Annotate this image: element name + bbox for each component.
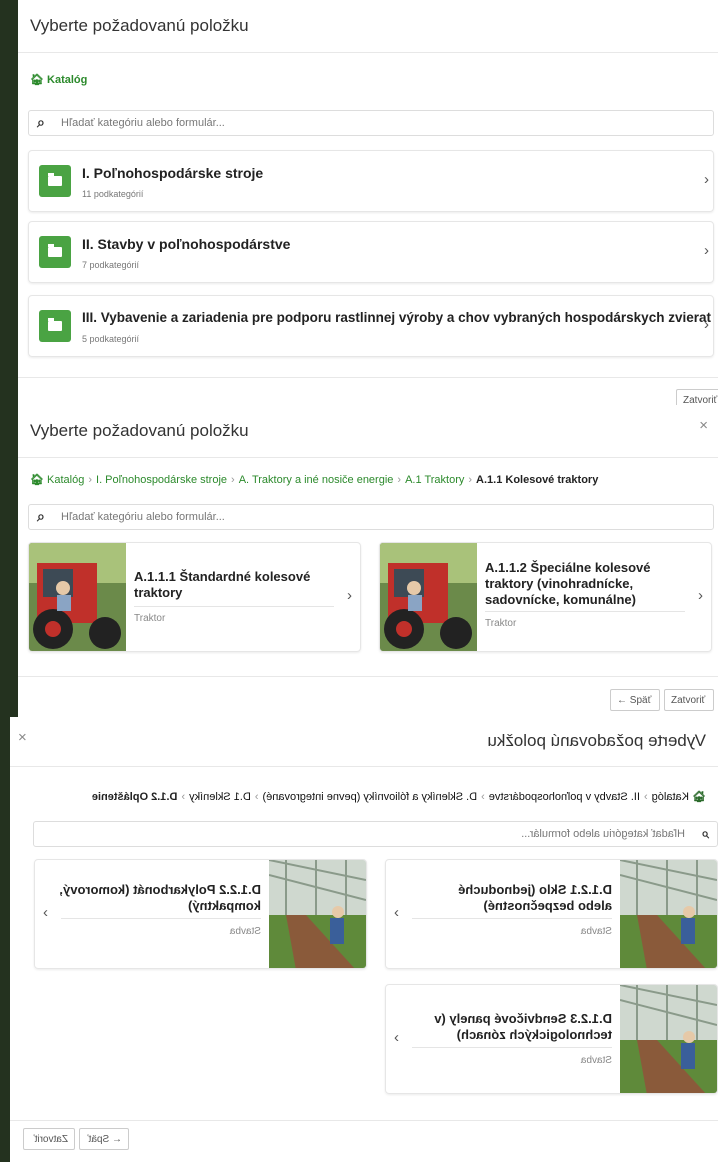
breadcrumb-current: A.1.1 Kolesové traktory: [476, 474, 599, 486]
item-title: D.1.2.3 Sendvičové panely (v technologic…: [434, 1011, 612, 1042]
search-input[interactable]: ⌕ Hľadať kategóriu alebo formulár...: [28, 110, 714, 136]
item-title: D.1.2.2 Polykarbonát (komorový, kompaktn…: [59, 882, 261, 913]
breadcrumb-skleniky-foliovniky[interactable]: D. Skleníky a fóliovníky (pevne integrov…: [263, 791, 478, 803]
greenhouse-image: [620, 985, 717, 1094]
chevron-right-icon: ›: [43, 904, 48, 921]
search-icon: ⌕: [37, 508, 45, 524]
dialog-title: Vyberte požadovanú položku: [30, 421, 249, 440]
subcategory-dialog: Vyberte požadovanú položku × 🏠︎ Katalóg ›…: [18, 405, 718, 717]
search-placeholder: Hľadať kategóriu alebo formulár...: [521, 828, 685, 840]
mirrored-dialog: Vyberte požadovanú položku × 🏠︎ Katalóg›…: [10, 717, 718, 1162]
breadcrumb-stavby[interactable]: II. Stavby v poľnohospodárstve: [489, 791, 640, 803]
category-subcount: 11 podkategórií: [82, 189, 144, 199]
home-icon[interactable]: 🏠︎: [30, 474, 44, 486]
search-input[interactable]: ⌕ Hľadať kategóriu alebo formulár...: [28, 504, 714, 530]
chevron-right-icon: ›: [704, 316, 709, 333]
close-button[interactable]: Zatvoriť: [23, 1128, 75, 1150]
category-subcount: 5 podkategórií: [82, 334, 140, 344]
chevron-right-icon: ›: [704, 171, 709, 188]
footer-divider: [18, 676, 718, 677]
category-name: I. Poľnohospodárske stroje: [82, 165, 264, 181]
breadcrumb-traktory[interactable]: A.1 Traktory: [405, 474, 464, 486]
breadcrumb-katalog[interactable]: Katalóg: [652, 791, 689, 803]
item-card-sklo[interactable]: D.1.2.1 Sklo (jednoduché alebo bezpečnos…: [385, 859, 718, 969]
item-title: D.1.2.1 Sklo (jednoduché alebo bezpečnos…: [458, 882, 612, 913]
tractor-image: [29, 543, 126, 651]
footer-divider: [18, 377, 718, 378]
search-icon: ⌕: [701, 825, 709, 841]
item-type: Stavba: [580, 926, 612, 937]
chevron-right-icon: ›: [394, 904, 399, 921]
item-title: A.1.1.1 Štandardné kolesové traktory: [134, 569, 311, 600]
chevron-right-icon: ›: [347, 587, 352, 604]
header-divider: [10, 766, 718, 767]
category-subcount: 7 podkategórií: [82, 260, 140, 270]
close-button[interactable]: Zatvoriť: [676, 389, 718, 405]
chevron-right-icon: ›: [704, 242, 709, 259]
close-icon[interactable]: ×: [699, 417, 708, 434]
item-type: Stavba: [229, 926, 261, 937]
item-card-specialne-traktory[interactable]: A.1.1.2 Špeciálne kolesové traktory (vin…: [379, 542, 712, 652]
greenhouse-image: [620, 860, 717, 969]
category-name: II. Stavby v poľnohospodárstve: [82, 236, 291, 252]
search-icon: ⌕: [37, 114, 45, 130]
folder-icon: [39, 165, 71, 197]
category-item-polnohospodarske-stroje[interactable]: I. Poľnohospodárske stroje 11 podkategór…: [28, 150, 714, 212]
search-placeholder: Hľadať kategóriu alebo formulár...: [61, 117, 225, 129]
search-placeholder: Hľadať kategóriu alebo formulár...: [61, 511, 225, 523]
breadcrumb-katalog[interactable]: Katalóg: [47, 74, 87, 86]
close-icon[interactable]: ×: [18, 729, 27, 746]
item-divider: [485, 611, 685, 612]
dialog-title: Vyberte požadovanú položku: [487, 731, 706, 750]
breadcrumb: 🏠︎ Katalóg›II. Stavby v poľnohospodárstv…: [91, 791, 706, 803]
tractor-image: [380, 543, 477, 651]
search-input[interactable]: ⌕ Hľadať kategóriu alebo formulár...: [33, 821, 718, 847]
item-type: Stavba: [580, 1055, 612, 1066]
breadcrumb-katalog[interactable]: Katalóg: [47, 474, 84, 486]
item-card-sendvicove-panely[interactable]: D.1.2.3 Sendvičové panely (v technologic…: [385, 984, 718, 1094]
footer-divider: [10, 1120, 718, 1121]
mirrored-content: Vyberte požadovanú položku × 🏠︎ Katalóg›…: [10, 717, 718, 1162]
category-dialog-root: Vyberte požadovanú položku 🏠︎ Katalóg ⌕ …: [18, 0, 718, 405]
item-divider: [412, 918, 612, 919]
item-divider: [412, 1047, 612, 1048]
category-name: III. Vybavenie a zariadenia pre podporu …: [82, 310, 711, 325]
back-button[interactable]: ← Späť: [79, 1128, 129, 1150]
dialog-title: Vyberte požadovanú položku: [30, 16, 249, 35]
home-icon[interactable]: 🏠︎: [692, 791, 706, 803]
chevron-right-icon: ›: [698, 587, 703, 604]
back-button[interactable]: ← Späť: [610, 689, 660, 711]
item-card-standardne-traktory[interactable]: A.1.1.1 Štandardné kolesové traktory Tra…: [28, 542, 361, 652]
item-divider: [134, 606, 334, 607]
breadcrumb-current: D.1.2 Opláštenie: [91, 791, 178, 803]
item-title: A.1.1.2 Špeciálne kolesové traktory (vin…: [485, 560, 651, 607]
header-divider: [18, 52, 718, 53]
folder-icon: [39, 236, 71, 268]
breadcrumb-stroje[interactable]: I. Poľnohospodárske stroje: [96, 474, 227, 486]
chevron-right-icon: ›: [394, 1029, 399, 1046]
item-type: Traktor: [485, 618, 517, 629]
category-item-stavby[interactable]: II. Stavby v poľnohospodárstve 7 podkate…: [28, 221, 714, 283]
breadcrumb-skleniky[interactable]: D.1 Skleníky: [189, 791, 251, 803]
breadcrumb: 🏠︎ Katalóg: [30, 73, 87, 86]
item-type: Traktor: [134, 613, 166, 624]
home-icon[interactable]: 🏠︎: [30, 74, 44, 86]
breadcrumb: 🏠︎ Katalóg › I. Poľnohospodárske stroje › A.…: [30, 474, 599, 486]
header-divider: [18, 457, 718, 458]
item-divider: [61, 918, 261, 919]
close-button[interactable]: Zatvoriť: [664, 689, 714, 711]
category-item-vybavenie[interactable]: III. Vybavenie a zariadenia pre podporu …: [28, 295, 714, 357]
greenhouse-image: [269, 860, 366, 969]
folder-icon: [39, 310, 71, 342]
breadcrumb-traktory-nosice[interactable]: A. Traktory a iné nosiče energie: [239, 474, 394, 486]
item-card-polykarbonat[interactable]: D.1.2.2 Polykarbonát (komorový, kompaktn…: [34, 859, 367, 969]
